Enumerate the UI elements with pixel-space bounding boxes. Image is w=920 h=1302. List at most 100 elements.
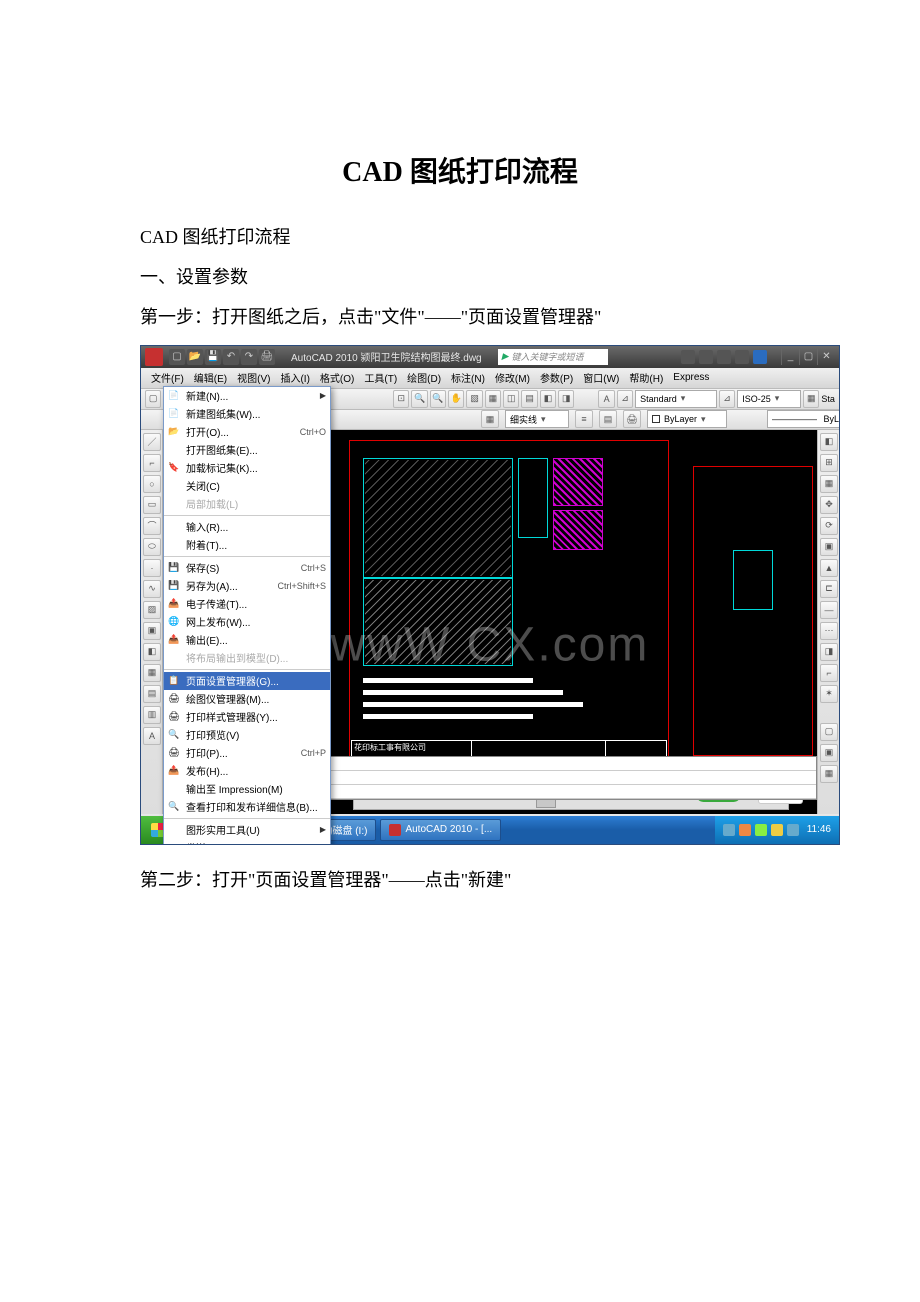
file-menu-item[interactable]: 📋页面设置管理器(G)... xyxy=(164,672,330,690)
file-menu-item[interactable]: 📤电子传递(T)... xyxy=(164,595,330,613)
qat-print-icon[interactable]: 🖨 xyxy=(259,349,275,365)
bound-icon[interactable]: ▣ xyxy=(143,622,161,640)
ellipse-icon[interactable]: ⬭ xyxy=(143,538,161,556)
table-icon[interactable]: ▤ xyxy=(143,685,161,703)
navcube-icon[interactable]: ▦ xyxy=(820,475,838,493)
t3-icon[interactable]: ◧ xyxy=(540,390,556,408)
line-icon[interactable]: ／ xyxy=(143,433,161,451)
sign-in-icon[interactable] xyxy=(699,350,713,364)
region-icon[interactable]: ◧ xyxy=(143,643,161,661)
linetype-select[interactable]: 细实线▾ xyxy=(505,410,569,428)
file-menu-item[interactable]: 附着(T)... xyxy=(164,536,330,554)
point-icon[interactable]: · xyxy=(143,559,161,577)
zoom-icon[interactable]: 🔍 xyxy=(411,390,427,408)
qat-undo-icon[interactable]: ↶ xyxy=(223,349,239,365)
new-icon[interactable]: ▢ xyxy=(145,390,161,408)
menu-express[interactable]: Express xyxy=(669,371,713,384)
menu-view[interactable]: 视图(V) xyxy=(233,369,274,386)
menu-modify[interactable]: 修改(M) xyxy=(491,369,534,386)
scale-icon[interactable]: ◨ xyxy=(820,643,838,661)
circle-icon[interactable]: ○ xyxy=(143,475,161,493)
file-menu-item[interactable]: 发送(D)... xyxy=(164,839,330,845)
qat-save-icon[interactable]: 💾 xyxy=(205,349,221,365)
minimize-button[interactable]: _ xyxy=(781,349,799,365)
file-menu-item[interactable]: 打开图纸集(E)... xyxy=(164,441,330,459)
menu-dimension[interactable]: 标注(N) xyxy=(447,369,489,386)
tray-icon-5[interactable] xyxy=(787,824,799,836)
close-button[interactable]: ✕ xyxy=(817,349,835,365)
r3-icon[interactable]: ▦ xyxy=(820,765,838,783)
block-icon[interactable]: ▦ xyxy=(143,664,161,682)
star-icon[interactable] xyxy=(735,350,749,364)
file-menu-item[interactable]: 输出至 Impression(M) xyxy=(164,780,330,798)
qat-open-icon[interactable]: 📂 xyxy=(187,349,203,365)
r2-icon[interactable]: ▣ xyxy=(820,744,838,762)
menu-file[interactable]: 文件(F) xyxy=(147,369,188,386)
maximize-button[interactable]: ▢ xyxy=(799,349,817,365)
t2-icon[interactable]: ▤ xyxy=(521,390,537,408)
file-menu-item[interactable]: 🖨打印样式管理器(Y)... xyxy=(164,708,330,726)
mirror-icon[interactable]: ▲ xyxy=(820,559,838,577)
dim-style-icon[interactable]: ⊿ xyxy=(617,390,633,408)
file-menu-item[interactable]: 📄新建图纸集(W)... xyxy=(164,405,330,423)
t1-icon[interactable]: ◫ xyxy=(503,390,519,408)
extend-icon[interactable]: ⋯ xyxy=(820,622,838,640)
lineweight-select[interactable]: ————— ByLayer▾ xyxy=(767,410,840,428)
fillet-icon[interactable]: ⌐ xyxy=(820,664,838,682)
file-menu-item[interactable]: 🔍查看打印和发布详细信息(B)... xyxy=(164,798,330,816)
tray-icon-4[interactable] xyxy=(771,824,783,836)
menu-window[interactable]: 窗口(W) xyxy=(579,369,623,386)
tray-icon-2[interactable] xyxy=(739,824,751,836)
file-menu-item[interactable]: 输入(R)... xyxy=(164,518,330,536)
menu-insert[interactable]: 插入(I) xyxy=(276,369,313,386)
table2-icon[interactable]: ▥ xyxy=(143,706,161,724)
qat-new-icon[interactable]: ▢ xyxy=(169,349,185,365)
zoom-win-icon[interactable]: 🔍 xyxy=(430,390,446,408)
taskbar-item-autocad[interactable]: AutoCAD 2010 - [... xyxy=(380,819,501,841)
dim-icon[interactable]: ⊿ xyxy=(719,390,735,408)
explode-icon[interactable]: ✶ xyxy=(820,685,838,703)
exchange-icon[interactable] xyxy=(717,350,731,364)
prop-icon[interactable]: ▧ xyxy=(466,390,482,408)
dim-style-select[interactable]: ISO-25▾ xyxy=(737,390,801,408)
file-menu-item[interactable]: 📄新建(N)...▶ xyxy=(164,387,330,405)
copy-icon[interactable]: ▣ xyxy=(820,538,838,556)
qat-redo-icon[interactable]: ↷ xyxy=(241,349,257,365)
l2-icon[interactable]: ▤ xyxy=(599,410,617,428)
spline-icon[interactable]: ∿ xyxy=(143,580,161,598)
linetype-icon[interactable]: ▦ xyxy=(481,410,499,428)
move-icon[interactable]: ✥ xyxy=(820,496,838,514)
app-logo-icon[interactable] xyxy=(145,348,163,366)
comm-center-icon[interactable] xyxy=(681,350,695,364)
file-menu-item[interactable]: 📤输出(E)... xyxy=(164,631,330,649)
file-menu-item[interactable]: 🌐网上发布(W)... xyxy=(164,613,330,631)
help-icon[interactable] xyxy=(753,350,767,364)
menu-tools[interactable]: 工具(T) xyxy=(360,369,401,386)
offset-icon[interactable]: ⊏ xyxy=(820,580,838,598)
file-menu-item[interactable]: 图形实用工具(U)▶ xyxy=(164,821,330,839)
file-menu-item[interactable]: 💾保存(S)Ctrl+S xyxy=(164,559,330,577)
file-menu-item[interactable]: 🔍打印预览(V) xyxy=(164,726,330,744)
l1-icon[interactable]: ≡ xyxy=(575,410,593,428)
arc-icon[interactable]: ⌒ xyxy=(143,517,161,535)
menu-format[interactable]: 格式(O) xyxy=(316,369,358,386)
file-menu-item[interactable]: 💾另存为(A)...Ctrl+Shift+S xyxy=(164,577,330,595)
pan-icon[interactable]: ✋ xyxy=(448,390,464,408)
tray-icon-1[interactable] xyxy=(723,824,735,836)
system-clock[interactable]: 11:46 xyxy=(807,824,831,835)
text-icon[interactable]: A xyxy=(143,727,161,745)
menu-help[interactable]: 帮助(H) xyxy=(625,369,667,386)
file-menu-item[interactable]: 🖨绘图仪管理器(M)... xyxy=(164,690,330,708)
trim-icon[interactable]: ― xyxy=(820,601,838,619)
props-icon[interactable]: ▦ xyxy=(485,390,501,408)
text-style-select[interactable]: Standard▾ xyxy=(635,390,717,408)
file-menu-item[interactable]: 🔖加载标记集(K)... xyxy=(164,459,330,477)
l3-icon[interactable]: 🖨 xyxy=(623,410,641,428)
ucs-icon[interactable]: ⊞ xyxy=(820,454,838,472)
help-search-box[interactable]: ▶ 键入关键字或短语 xyxy=(498,349,608,365)
r1-icon[interactable]: ▢ xyxy=(820,723,838,741)
text-style-icon[interactable]: A xyxy=(598,390,614,408)
tbl-icon[interactable]: ▦ xyxy=(803,390,819,408)
file-menu-item[interactable]: 📂打开(O)...Ctrl+O xyxy=(164,423,330,441)
menu-edit[interactable]: 编辑(E) xyxy=(190,369,231,386)
